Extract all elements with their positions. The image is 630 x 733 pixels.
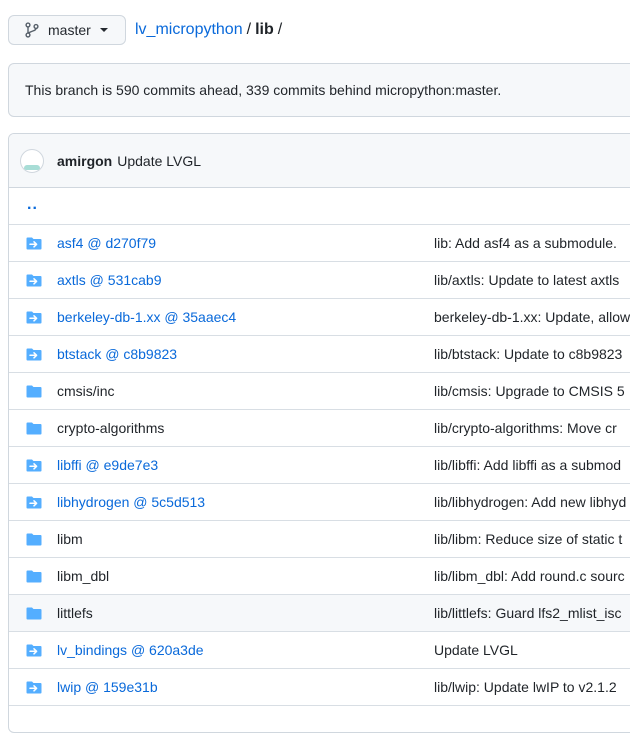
- submodule-icon: [26, 459, 42, 472]
- file-row[interactable]: axtls @ 531cab9 lib/axtls: Update to late…: [9, 262, 630, 299]
- file-row[interactable]: btstack @ c8b9823 lib/btstack: Update to …: [9, 336, 630, 373]
- folder-icon: [26, 385, 42, 398]
- file-name-link[interactable]: littlefs: [57, 605, 93, 621]
- submodule-icon: [26, 274, 42, 287]
- repo-header: master lv_micropython / lib /: [8, 14, 286, 46]
- submodule-icon: [26, 348, 42, 361]
- branch-name: master: [48, 22, 91, 38]
- file-name-link[interactable]: cmsis/inc: [57, 383, 115, 399]
- submodule-icon: [26, 311, 42, 324]
- file-name-link[interactable]: libffi @ e9de7e3: [57, 457, 158, 473]
- file-commit-message[interactable]: lib/libffi: Add libffi as a submod: [434, 457, 621, 473]
- breadcrumb-separator: /: [277, 21, 283, 38]
- submodule-icon: [26, 644, 42, 657]
- file-commit-message[interactable]: lib/libm_dbl: Add round.c sourc: [434, 568, 625, 584]
- file-commit-message[interactable]: lib/libhydrogen: Add new libhyd: [434, 494, 626, 510]
- file-name-link[interactable]: asf4 @ d270f79: [57, 235, 156, 251]
- git-branch-icon: [25, 22, 39, 38]
- avatar[interactable]: [20, 148, 44, 173]
- file-name-link[interactable]: libm: [57, 531, 83, 547]
- submodule-icon: [26, 496, 42, 509]
- folder-icon: [26, 422, 42, 435]
- file-commit-message[interactable]: lib/lwip: Update lwIP to v2.1.2: [434, 679, 617, 695]
- branch-selector-button[interactable]: master: [8, 15, 126, 45]
- folder-icon: [26, 607, 42, 620]
- branch-ahead-notice: This branch is 590 commits ahead, 339 co…: [8, 63, 630, 117]
- submodule-icon: [26, 681, 42, 694]
- file-commit-message[interactable]: lib/littlefs: Guard lfs2_mlist_isc: [434, 605, 622, 621]
- file-row[interactable]: berkeley-db-1.xx @ 35aaec4 berkeley-db-1.…: [9, 299, 630, 336]
- file-row[interactable]: libm lib/libm: Reduce size of static t: [9, 521, 630, 558]
- folder-icon: [26, 533, 42, 546]
- submodule-icon: [26, 237, 42, 250]
- file-commit-message[interactable]: lib/crypto-algorithms: Move cr: [434, 420, 617, 436]
- file-row[interactable]: libhydrogen @ 5c5d513 lib/libhydrogen: Ad…: [9, 484, 630, 521]
- commit-author[interactable]: amirgon: [57, 153, 112, 169]
- file-name-link[interactable]: libhydrogen @ 5c5d513: [57, 494, 205, 510]
- file-commit-message[interactable]: lib/cmsis: Upgrade to CMSIS 5: [434, 383, 625, 399]
- file-name-link[interactable]: axtls @ 531cab9: [57, 272, 162, 288]
- breadcrumb: lv_micropython / lib /: [135, 21, 286, 39]
- file-commit-message[interactable]: lib/axtls: Update to latest axtls: [434, 272, 619, 288]
- file-name-link[interactable]: berkeley-db-1.xx @ 35aaec4: [57, 309, 236, 325]
- breadcrumb-current-dir: lib: [255, 21, 274, 38]
- file-row[interactable]: crypto-algorithms lib/crypto-algorithms: …: [9, 410, 630, 447]
- file-commit-message[interactable]: berkeley-db-1.xx: Update, allow: [434, 309, 630, 325]
- file-commit-message[interactable]: lib: Add asf4 as a submodule.: [434, 235, 617, 251]
- folder-icon: [26, 570, 42, 583]
- chevron-down-icon: [99, 28, 108, 32]
- file-name-link[interactable]: crypto-algorithms: [57, 420, 164, 436]
- breadcrumb-repo-link[interactable]: lv_micropython: [135, 21, 243, 39]
- latest-commit-bar: amirgon Update LVGL: [9, 134, 630, 188]
- file-name-link[interactable]: lwip @ 159e31b: [57, 679, 158, 695]
- file-row[interactable]: libm_dbl lib/libm_dbl: Add round.c sourc: [9, 558, 630, 595]
- commit-message[interactable]: Update LVGL: [117, 153, 201, 169]
- file-commit-message[interactable]: lib/btstack: Update to c8b9823: [434, 346, 622, 362]
- file-name-link[interactable]: btstack @ c8b9823: [57, 346, 177, 362]
- breadcrumb-separator: /: [246, 21, 252, 38]
- file-row[interactable]: libffi @ e9de7e3 lib/libffi: Add libffi a…: [9, 447, 630, 484]
- file-list: amirgon Update LVGL .. asf4 @ d270f79 lib…: [8, 133, 630, 733]
- parent-directory-label[interactable]: ..: [27, 196, 38, 214]
- file-commit-message[interactable]: lib/libm: Reduce size of static t: [434, 531, 622, 547]
- file-row[interactable]: cmsis/inc lib/cmsis: Upgrade to CMSIS 5: [9, 373, 630, 410]
- file-row[interactable]: lv_bindings @ 620a3de Update LVGL: [9, 632, 630, 669]
- parent-directory-link[interactable]: ..: [9, 188, 630, 225]
- file-row[interactable]: lwip @ 159e31b lib/lwip: Update lwIP to v…: [9, 669, 630, 706]
- file-name-link[interactable]: lv_bindings @ 620a3de: [57, 642, 204, 658]
- file-row[interactable]: littlefs lib/littlefs: Guard lfs2_mlist_i…: [9, 595, 630, 632]
- file-name-link[interactable]: libm_dbl: [57, 568, 109, 584]
- file-row[interactable]: asf4 @ d270f79 lib: Add asf4 as a submodu…: [9, 225, 630, 262]
- file-commit-message[interactable]: Update LVGL: [434, 642, 518, 658]
